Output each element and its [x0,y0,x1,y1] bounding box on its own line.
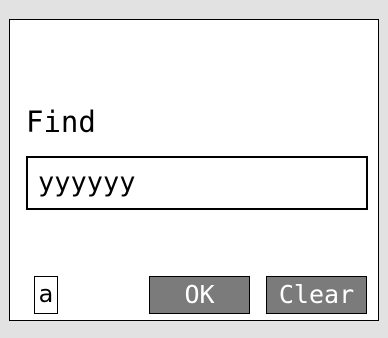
a-label-box[interactable]: a [34,276,58,314]
clear-button[interactable]: Clear [266,276,367,314]
find-dialog: Find yyyyyy a OK Clear [0,0,388,338]
window-frame-right [378,20,388,338]
window-frame-bottom [10,319,378,338]
search-input[interactable]: yyyyyy [26,156,368,210]
window-frame-top [0,0,388,20]
ok-button[interactable]: OK [149,276,250,314]
find-label: Find [26,105,96,139]
